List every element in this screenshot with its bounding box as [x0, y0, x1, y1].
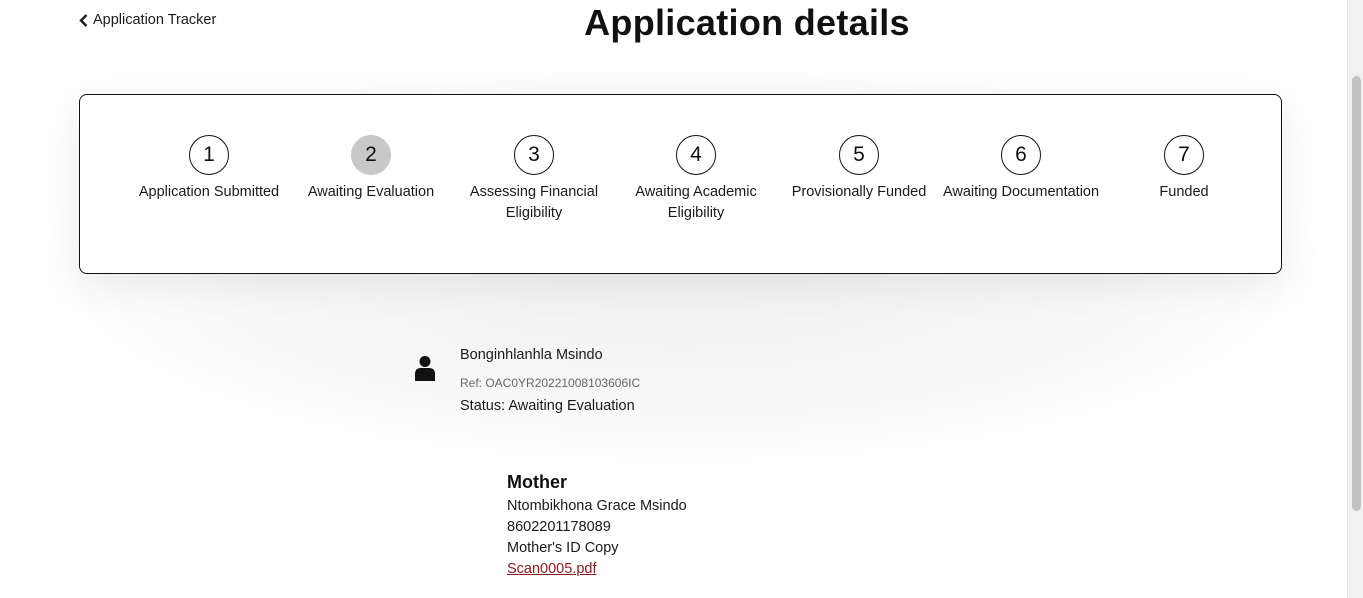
step-label: Application Submitted: [138, 184, 280, 200]
step-number: 3: [514, 135, 554, 175]
step-7[interactable]: 7 Funded: [1104, 135, 1264, 203]
step-label: Funded: [1159, 184, 1209, 200]
step-6[interactable]: 6 Awaiting Documentation: [941, 135, 1101, 203]
step-5[interactable]: 5 Provisionally Funded: [779, 135, 939, 203]
page: Application Tracker Application details …: [0, 0, 1363, 598]
mother-section: Mother Ntombikhona Grace Msindo 86022011…: [507, 472, 687, 580]
scrollbar-thumb[interactable]: [1352, 76, 1361, 511]
step-label: Awaiting Evaluation: [307, 184, 435, 200]
step-number: 5: [839, 135, 879, 175]
step-label: Awaiting Documentation: [942, 184, 1100, 200]
step-number: 7: [1164, 135, 1204, 175]
mother-name: Ntombikhona Grace Msindo: [507, 498, 687, 514]
step-2[interactable]: 2 Awaiting Evaluation: [291, 135, 451, 203]
step-label: Awaiting Academic Eligibility: [635, 184, 757, 221]
step-4[interactable]: 4 Awaiting Academic Eligibility: [616, 135, 776, 224]
page-title: Application details: [584, 2, 910, 43]
user-icon: [415, 356, 435, 381]
applicant-name: Bonginhlanhla Msindo: [460, 347, 603, 363]
mother-id-number: 8602201178089: [507, 519, 611, 535]
document-file-link[interactable]: Scan0005.pdf: [507, 559, 597, 580]
step-1[interactable]: 1 Application Submitted: [129, 135, 289, 203]
document-type: Mother's ID Copy: [507, 540, 619, 556]
step-number: 2: [351, 135, 391, 175]
step-label: Provisionally Funded: [791, 184, 927, 200]
section-heading: Mother: [507, 472, 567, 492]
step-label: Assessing Financial Eligibility: [469, 184, 599, 221]
step-number: 6: [1001, 135, 1041, 175]
step-number: 1: [189, 135, 229, 175]
application-status: Status: Awaiting Evaluation: [460, 398, 635, 414]
vertical-scrollbar[interactable]: [1347, 0, 1363, 598]
step-3[interactable]: 3 Assessing Financial Eligibility: [454, 135, 614, 224]
step-number: 4: [676, 135, 716, 175]
reference-number: Ref: OAC0YR20221008103606IC: [460, 376, 641, 390]
progress-stepper: 1 Application Submitted 2 Awaiting Evalu…: [79, 94, 1282, 274]
